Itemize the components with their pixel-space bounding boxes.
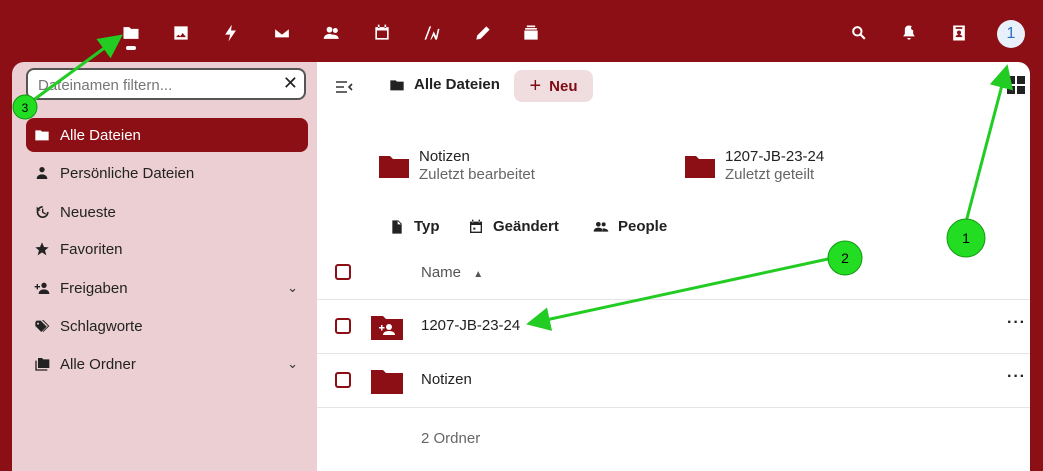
folder-icon bbox=[371, 370, 403, 394]
people-icon bbox=[593, 221, 609, 232]
sidebar-item-label: Alle Ordner bbox=[60, 355, 136, 373]
shared-folder-icon bbox=[371, 316, 403, 340]
recent-item-name: Notizen bbox=[419, 148, 470, 165]
deck-app-icon[interactable] bbox=[518, 20, 544, 46]
file-name[interactable]: Notizen bbox=[421, 371, 472, 388]
breadcrumb[interactable]: Alle Dateien bbox=[389, 76, 500, 93]
filter-label: People bbox=[618, 218, 668, 235]
sidebar-item-label: Favoriten bbox=[60, 240, 123, 258]
table-row[interactable]: Notizen ··· bbox=[317, 353, 1030, 407]
share-icon bbox=[34, 280, 50, 296]
sidebar-item-label: Schlagworte bbox=[60, 317, 143, 335]
sidebar-item-favoriten[interactable]: Favoriten bbox=[26, 232, 308, 266]
filename-filter-field[interactable]: ✕ bbox=[26, 68, 306, 100]
plus-icon: + bbox=[529, 74, 542, 97]
row-checkbox[interactable] bbox=[335, 318, 351, 334]
sidebar-item-freigaben[interactable]: Freigaben ⌄ bbox=[26, 271, 308, 305]
sidebar-item-label: Persönliche Dateien bbox=[60, 164, 195, 182]
filter-label: Typ bbox=[414, 218, 440, 235]
navigation-sidebar: ✕ Alle Dateien Persönliche Dateien Neues… bbox=[12, 62, 317, 471]
contacts-menu-icon[interactable] bbox=[946, 20, 972, 46]
window-frame: 1 ✕ Alle Dateien Persönliche Dateien Neu… bbox=[0, 0, 1043, 471]
folder-icon bbox=[379, 156, 409, 178]
star-icon bbox=[34, 241, 50, 257]
activity-app-icon[interactable] bbox=[218, 20, 244, 46]
notifications-bell-icon[interactable] bbox=[896, 20, 922, 46]
chevron-down-icon[interactable]: ⌄ bbox=[287, 356, 298, 372]
chevron-down-icon[interactable]: ⌄ bbox=[287, 280, 298, 296]
new-button[interactable]: + Neu bbox=[514, 70, 593, 102]
filter-people-button[interactable]: People bbox=[593, 218, 667, 235]
clear-filter-close-icon[interactable]: ✕ bbox=[283, 73, 298, 94]
edit-app-icon[interactable] bbox=[470, 20, 496, 46]
history-icon bbox=[34, 204, 50, 220]
recent-item-subtitle: Zuletzt bearbeitet bbox=[419, 166, 535, 183]
file-icon bbox=[392, 219, 402, 234]
recent-item-1207-jb-23-24[interactable]: 1207-JB-23-24 Zuletzt geteilt bbox=[685, 148, 824, 184]
more-actions-icon[interactable]: ··· bbox=[1007, 368, 1026, 386]
folder-icon bbox=[390, 79, 404, 90]
calendar-icon bbox=[470, 219, 482, 233]
sidebar-item-label: Alle Dateien bbox=[60, 126, 141, 144]
new-button-label: Neu bbox=[549, 77, 578, 95]
sidebar-item-label: Neueste bbox=[60, 203, 116, 221]
breadcrumb-label: Alle Dateien bbox=[414, 76, 500, 93]
sidebar-item-label: Freigaben bbox=[60, 279, 128, 297]
filter-label: Geändert bbox=[493, 218, 559, 235]
column-header-name[interactable]: Name ▲ bbox=[421, 264, 483, 281]
row-checkbox[interactable] bbox=[335, 372, 351, 388]
sidebar-item-alle-dateien[interactable]: Alle Dateien bbox=[26, 118, 308, 152]
person-icon bbox=[34, 165, 50, 181]
grid-view-icon[interactable] bbox=[1006, 75, 1026, 95]
file-list-main: Alle Dateien + Neu Notizen Zuletzt bearb… bbox=[317, 62, 1030, 471]
more-actions-icon[interactable]: ··· bbox=[1007, 314, 1026, 332]
top-app-bar: 1 bbox=[0, 0, 1043, 62]
sidebar-item-schlagworte[interactable]: Schlagworte bbox=[26, 309, 308, 343]
filter-modified-button[interactable]: Geändert bbox=[468, 218, 559, 235]
recent-item-notizen[interactable]: Notizen Zuletzt bearbeitet bbox=[379, 148, 535, 184]
search-icon[interactable] bbox=[846, 20, 872, 46]
contacts-app-icon[interactable] bbox=[319, 20, 345, 46]
photos-app-icon[interactable] bbox=[168, 20, 194, 46]
folder-count-summary: 2 Ordner bbox=[421, 430, 481, 447]
sidebar-item-persoenliche-dateien[interactable]: Persönliche Dateien bbox=[26, 156, 308, 190]
column-header-label: Name bbox=[421, 264, 462, 281]
tag-icon bbox=[34, 318, 50, 334]
sidebar-item-neueste[interactable]: Neueste bbox=[26, 195, 308, 229]
sidebar-item-alle-ordner[interactable]: Alle Ordner ⌄ bbox=[26, 347, 308, 381]
calendar-app-icon[interactable] bbox=[369, 20, 395, 46]
notes-app-icon[interactable] bbox=[419, 20, 445, 46]
folder-icon bbox=[685, 156, 715, 178]
select-all-checkbox[interactable] bbox=[335, 264, 351, 280]
filter-type-button[interactable]: Typ bbox=[389, 218, 440, 235]
recent-item-subtitle: Zuletzt geteilt bbox=[725, 166, 815, 183]
mail-app-icon[interactable] bbox=[269, 20, 295, 46]
files-app-folder-icon[interactable] bbox=[118, 20, 144, 46]
user-avatar[interactable]: 1 bbox=[997, 20, 1025, 48]
sort-ascending-icon: ▲ bbox=[473, 269, 484, 280]
table-row[interactable]: 1207-JB-23-24 ··· bbox=[317, 299, 1030, 353]
active-app-indicator bbox=[126, 46, 136, 50]
folder-icon bbox=[34, 127, 50, 143]
toggle-sidebar-icon[interactable] bbox=[335, 78, 353, 96]
recent-item-name: 1207-JB-23-24 bbox=[725, 148, 825, 165]
filename-filter-input[interactable] bbox=[36, 74, 280, 96]
file-name[interactable]: 1207-JB-23-24 bbox=[421, 317, 520, 334]
folders-icon bbox=[34, 356, 50, 372]
